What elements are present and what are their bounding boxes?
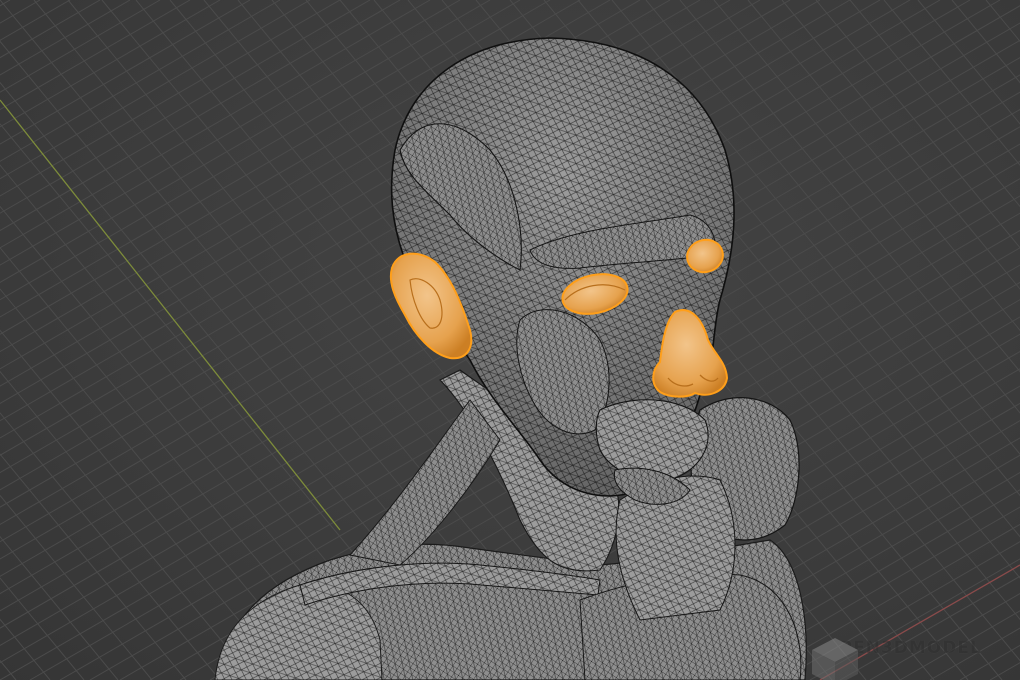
- anatomy-model[interactable]: [214, 37, 807, 680]
- grid-line: [0, 370, 255, 680]
- grid-line: [0, 535, 119, 680]
- grid-line: [0, 0, 191, 111]
- grid-line: [917, 0, 1020, 125]
- grid-line: [781, 0, 1020, 290]
- watermark: OPEN3DMODEL: [808, 634, 998, 680]
- grid-line: [0, 0, 71, 41]
- viewport-canvas[interactable]: [0, 0, 1020, 680]
- grid-line: [0, 0, 311, 180]
- cube-icon: [812, 638, 858, 680]
- grid-line: [0, 288, 323, 680]
- 3d-viewport[interactable]: OPEN3DMODEL: [0, 0, 1020, 680]
- grid-line: [809, 558, 1020, 680]
